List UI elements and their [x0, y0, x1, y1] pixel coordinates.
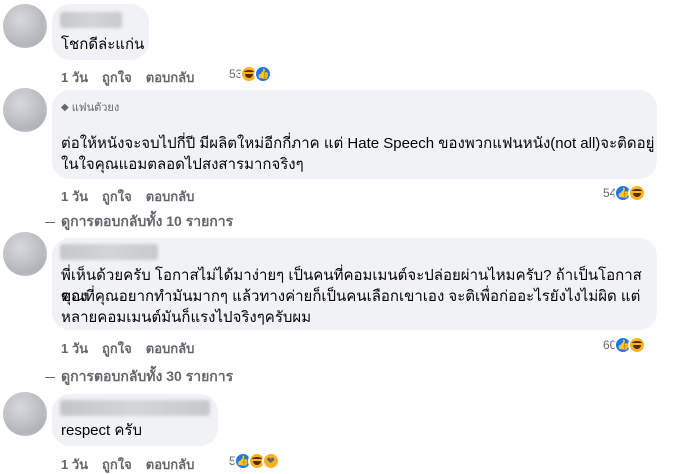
- haha-icon: [628, 336, 647, 354]
- reaction-summary[interactable]: 5 👍 ❤: [229, 451, 280, 471]
- reaction-summary[interactable]: 54 👍: [603, 183, 647, 203]
- comment-time[interactable]: 1 วัน: [61, 338, 88, 359]
- top-fan-badge: ◆ แฟนตัวยง: [61, 98, 119, 116]
- comment-text: respect ครับ: [61, 422, 142, 439]
- comment-actions: 1 วัน ถูกใจ ตอบกลับ: [61, 67, 194, 88]
- comment-bubble: respect ครับ: [52, 394, 218, 446]
- reply-connector: [45, 376, 55, 378]
- comment-actions: 1 วัน ถูกใจ ตอบกลับ: [61, 454, 194, 474]
- comment-text-line: ต่อให้หนังจะจบไปกี่ปี มีผลิตใหม่อีกกี่ภา…: [61, 135, 655, 152]
- comment-text-line: ในใจคุณแอมตลอดไปสงสารมากจริงๆ: [61, 156, 304, 173]
- comment-time[interactable]: 1 วัน: [61, 454, 88, 474]
- comment-bubble: โชกดีล่ะแก่น: [52, 4, 149, 60]
- comment-text: โชกดีล่ะแก่น: [61, 36, 145, 53]
- comment-time[interactable]: 1 วัน: [61, 186, 88, 207]
- comment-text-line: คุณที่คุณอยากทำมันมากๆ แล้วทางค่ายก็เป็น…: [61, 288, 641, 305]
- comment-bubble: ◆ แฟนตัวยง ต่อให้หนังจะจบไปกี่ปี มีผลิตใ…: [52, 90, 657, 179]
- view-replies-link[interactable]: ดูการตอบกลับทั้ง 30 รายการ: [45, 366, 233, 388]
- reply-connector: [45, 221, 55, 223]
- view-replies-label: ดูการตอบกลับทั้ง 10 รายการ: [61, 213, 234, 229]
- commenter-name[interactable]: [60, 244, 158, 260]
- reply-button[interactable]: ตอบกลับ: [146, 186, 195, 207]
- avatar[interactable]: [3, 88, 47, 132]
- diamond-icon: ◆: [61, 101, 69, 113]
- commenter-name[interactable]: [60, 400, 210, 416]
- like-button[interactable]: ถูกใจ: [102, 454, 132, 474]
- comment-actions: 1 วัน ถูกใจ ตอบกลับ: [61, 186, 194, 207]
- view-replies-label: ดูการตอบกลับทั้ง 30 รายการ: [61, 368, 234, 384]
- avatar[interactable]: [3, 4, 47, 48]
- reaction-summary[interactable]: 53 👍: [229, 64, 273, 84]
- commenter-name[interactable]: [60, 12, 122, 28]
- avatar[interactable]: [3, 232, 47, 276]
- comment-text-line: หลายคอมเมนต์มันก็แรงไปจริงๆครับผม: [61, 309, 312, 326]
- reply-button[interactable]: ตอบกลับ: [146, 67, 195, 88]
- like-button[interactable]: ถูกใจ: [102, 186, 132, 207]
- comment-time[interactable]: 1 วัน: [61, 67, 88, 88]
- comment-actions: 1 วัน ถูกใจ ตอบกลับ: [61, 338, 194, 359]
- reaction-summary[interactable]: 60 👍: [603, 335, 647, 355]
- badge-label: แฟนตัวยง: [71, 102, 120, 114]
- like-button[interactable]: ถูกใจ: [102, 338, 132, 359]
- comment-bubble: พี่เห็นด้วยครับ โอกาสไม่ได้มาง่ายๆ เป็นค…: [52, 238, 657, 330]
- view-replies-link[interactable]: ดูการตอบกลับทั้ง 10 รายการ: [45, 211, 233, 233]
- haha-icon: [628, 184, 647, 202]
- like-button[interactable]: ถูกใจ: [102, 67, 132, 88]
- like-icon: 👍: [254, 65, 273, 83]
- reply-button[interactable]: ตอบกลับ: [146, 338, 195, 359]
- reply-button[interactable]: ตอบกลับ: [146, 454, 195, 474]
- care-icon: ❤: [261, 452, 280, 470]
- avatar[interactable]: [3, 392, 47, 436]
